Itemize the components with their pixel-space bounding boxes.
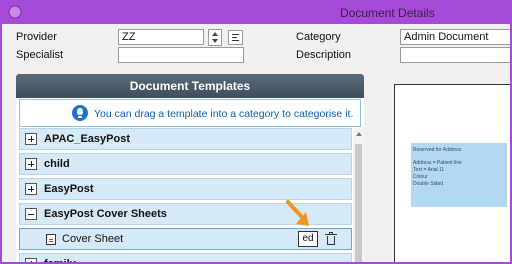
trash-icon[interactable] [324, 232, 338, 246]
item-label: Cover Sheet [62, 233, 124, 245]
expand-icon[interactable] [25, 183, 37, 195]
scroll-thumb[interactable] [355, 144, 362, 262]
category-label: Category [296, 31, 341, 43]
description-label: Description [296, 49, 352, 61]
provider-list-button[interactable] [228, 30, 243, 45]
provider-label: Provider [16, 31, 57, 43]
preview-line: Colour [413, 174, 428, 180]
template-preview: Reserved for Address Address = Patient l… [394, 84, 510, 262]
preview-line: Address = Patient line [413, 160, 462, 166]
orange-arrow-icon [286, 200, 309, 226]
tree-scrollbar[interactable] [353, 128, 364, 262]
collapse-icon[interactable] [25, 208, 37, 220]
document-template-icon [46, 234, 56, 245]
group-label: EasyPost Cover Sheets [44, 208, 167, 220]
description-field[interactable] [400, 47, 510, 63]
tree-group-apac-easypost[interactable]: APAC_EasyPost [19, 128, 352, 150]
tree-group-family[interactable]: family [19, 253, 352, 264]
provider-spinner[interactable] [208, 29, 222, 46]
hint-box: You can drag a template into a category … [19, 99, 361, 127]
spin-up-icon[interactable] [212, 32, 218, 36]
specialist-field[interactable] [118, 47, 244, 63]
lightbulb-icon [72, 105, 88, 121]
group-label: EasyPost [44, 183, 94, 195]
expand-icon[interactable] [25, 258, 37, 262]
preview-line: Reserved for Address [413, 147, 462, 153]
preview-line: Double Sided [413, 181, 444, 187]
expand-icon[interactable] [25, 158, 37, 170]
expand-icon[interactable] [25, 133, 37, 145]
tree-group-easypost[interactable]: EasyPost [19, 178, 352, 200]
title-bar: Document Details [2, 2, 510, 24]
hint-text: You can drag a template into a category … [94, 108, 354, 120]
group-label: child [44, 158, 70, 170]
app-logo-icon [8, 5, 22, 19]
group-label: APAC_EasyPost [44, 133, 130, 145]
category-field[interactable]: Admin Document [400, 29, 510, 45]
scroll-up-icon[interactable] [356, 132, 362, 136]
spin-down-icon[interactable] [212, 39, 218, 43]
document-details-window: Document Details Provider ZZ Specialist … [0, 0, 512, 264]
template-tree: APAC_EasyPost child EasyPost EasyPost Co… [19, 128, 352, 264]
preview-label-area: Reserved for Address Address = Patient l… [411, 143, 507, 207]
window-title: Document Details [340, 6, 435, 20]
panel-title: Document Templates [16, 74, 364, 98]
tree-group-child[interactable]: child [19, 153, 352, 175]
document-templates-panel: Document Templates You can drag a templa… [16, 74, 364, 264]
preview-line: Text = Arial 11 [413, 167, 445, 173]
group-label: family [44, 258, 76, 264]
provider-field[interactable]: ZZ [118, 29, 204, 45]
specialist-label: Specialist [16, 49, 64, 61]
